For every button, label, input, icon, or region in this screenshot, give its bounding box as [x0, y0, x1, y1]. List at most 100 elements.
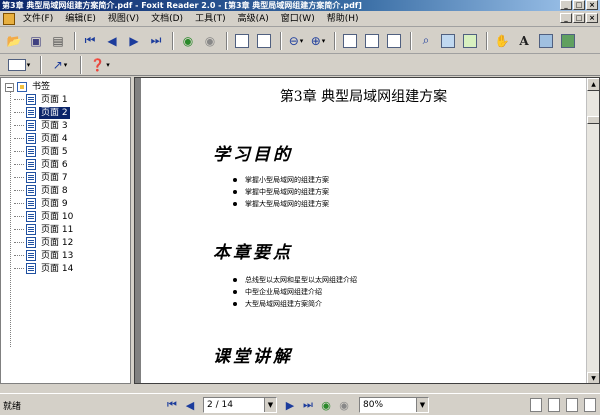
doc-close-button[interactable]: ×	[586, 13, 598, 23]
menu-tools[interactable]: 工具(T)	[189, 12, 232, 26]
doc-minimize-button[interactable]: _	[560, 13, 572, 23]
sidebar-item-page-13[interactable]: 页面 13	[14, 249, 124, 262]
next-page-icon[interactable]: ▶	[124, 31, 144, 51]
sidebar-item-page-9[interactable]: 页面 9	[14, 197, 124, 210]
sidebar-item-page-1[interactable]: 页面 1	[14, 93, 124, 106]
find-icon[interactable]: ⌕	[416, 31, 436, 51]
forward-icon[interactable]: ◉	[335, 396, 353, 414]
bookmark-root[interactable]: − 书签	[5, 81, 52, 93]
sidebar-item-page-12[interactable]: 页面 12	[14, 236, 124, 249]
fit-page-icon[interactable]	[362, 31, 382, 51]
rotate-right-icon[interactable]	[254, 31, 274, 51]
plugin-icon[interactable]	[558, 31, 578, 51]
sidebar-item-page-6[interactable]: 页面 6	[14, 158, 124, 171]
scroll-down-icon[interactable]: ▼	[587, 372, 599, 383]
document-view[interactable]: 第3章 典型局域网组建方案 学习目的 掌握小型局域网的组建方案 掌握中型局域网的…	[134, 77, 600, 384]
actual-size-icon[interactable]	[340, 31, 360, 51]
menu-file[interactable]: 文件(F)	[17, 12, 59, 26]
menu-edit[interactable]: 编辑(E)	[59, 12, 102, 26]
zoom-out-icon[interactable]: ⊖ ▾	[286, 31, 306, 51]
sidebar-item-label: 页面 1	[41, 94, 68, 105]
sidebar-item-label: 页面 12	[41, 237, 74, 248]
open-file-icon[interactable]: 📂	[4, 31, 24, 51]
sidebar-item-page-14[interactable]: 页面 14	[14, 262, 124, 275]
document-icon[interactable]	[3, 12, 15, 25]
page-icon	[26, 263, 36, 274]
arrow-tool-icon[interactable]: ↗ ▾	[46, 55, 74, 75]
objectives-list: 掌握小型局域网的组建方案 掌握中型局域网的组建方案 掌握大型局域网的组建方案	[233, 174, 329, 210]
sidebar-item-page-11[interactable]: 页面 11	[14, 223, 124, 236]
view-mode-buttons	[530, 398, 596, 412]
sidebar-item-page-2[interactable]: 页面 2	[14, 106, 124, 119]
vertical-scrollbar[interactable]: ▲ ▼	[586, 78, 599, 383]
previous-page-icon[interactable]: ◀	[102, 31, 122, 51]
bookmark-panel-icon[interactable]	[438, 31, 458, 51]
next-page-icon[interactable]: ▶	[281, 396, 299, 414]
sidebar-item-page-4[interactable]: 页面 4	[14, 132, 124, 145]
menu-view[interactable]: 视图(V)	[102, 12, 145, 26]
sidebar-item-page-10[interactable]: 页面 10	[14, 210, 124, 223]
back-icon[interactable]: ◉	[317, 396, 335, 414]
zoom-in-icon[interactable]: ⊕ ▾	[308, 31, 328, 51]
thumbnail-icon[interactable]	[460, 31, 480, 51]
zoom-value: 80%	[363, 400, 384, 410]
page-icon	[26, 159, 36, 170]
sidebar-item-page-5[interactable]: 页面 5	[14, 145, 124, 158]
page-icon	[26, 172, 36, 183]
comment-tool-icon[interactable]: ▾	[4, 55, 34, 75]
chevron-down-icon[interactable]: ▼	[416, 398, 428, 412]
chevron-down-icon[interactable]: ▼	[264, 398, 276, 412]
list-item: 中型企业局域网组建介绍	[233, 286, 357, 298]
minimize-button[interactable]: _	[560, 0, 572, 10]
section-heading-objectives: 学习目的	[213, 145, 293, 165]
window-title: 第3章 典型局域网组建方案简介.pdf - Foxit Reader 2.0 -…	[2, 1, 362, 10]
collapse-toggle-icon[interactable]: −	[5, 82, 14, 92]
back-icon[interactable]: ◉	[178, 31, 198, 51]
sidebar-item-label: 页面 9	[41, 198, 68, 209]
menu-help[interactable]: 帮助(H)	[321, 12, 365, 26]
facing-icon[interactable]	[566, 398, 578, 412]
maximize-button[interactable]: □	[573, 0, 585, 10]
last-page-icon[interactable]: ⏭	[299, 396, 317, 414]
menu-advanced[interactable]: 高级(A)	[232, 12, 275, 26]
text-select-icon[interactable]: A	[514, 31, 534, 51]
continuous-facing-icon[interactable]	[584, 398, 596, 412]
zoom-select[interactable]: 80% ▼	[359, 397, 429, 413]
sidebar-item-page-3[interactable]: 页面 3	[14, 119, 124, 132]
menu-bar: 文件(F) 编辑(E) 视图(V) 文档(D) 工具(T) 高级(A) 窗口(W…	[0, 11, 600, 27]
forward-icon[interactable]: ◉	[200, 31, 220, 51]
help-icon[interactable]: ❓ ▾	[86, 55, 114, 75]
page-number-input[interactable]: 2 / 14 ▼	[203, 397, 277, 413]
bookmark-list: 页面 1 页面 2 页面 3 页面 4 页面 5 页面 6 页面 7 页面 8 页面 9 页面 1…	[14, 93, 124, 275]
status-bar: 就绪 ⏮ ◀ 2 / 14 ▼ ▶ ⏭ ◉ ◉ 80% ▼	[0, 393, 600, 415]
first-page-icon[interactable]: ⏮	[163, 396, 181, 414]
scroll-up-icon[interactable]: ▲	[587, 78, 599, 91]
print-icon[interactable]: ▤	[48, 31, 68, 51]
list-item: 掌握大型局域网的组建方案	[233, 198, 329, 210]
close-button[interactable]: ×	[586, 0, 598, 10]
menu-document[interactable]: 文档(D)	[145, 12, 189, 26]
sidebar-item-page-8[interactable]: 页面 8	[14, 184, 124, 197]
snapshot-icon[interactable]	[536, 31, 556, 51]
scroll-thumb[interactable]	[587, 116, 599, 124]
page-icon	[26, 237, 36, 248]
save-icon[interactable]: ▣	[26, 31, 46, 51]
sidebar-item-label: 页面 7	[41, 172, 68, 183]
page-number-value: 2 / 14	[207, 400, 233, 410]
continuous-icon[interactable]	[548, 398, 560, 412]
keypoints-list: 总线型以太网和星型以太网组建介绍 中型企业局域网组建介绍 大型局域网组建方案简介	[233, 274, 357, 310]
page-icon	[26, 185, 36, 196]
rotate-left-icon[interactable]	[232, 31, 252, 51]
single-page-icon[interactable]	[530, 398, 542, 412]
fit-width-icon[interactable]	[384, 31, 404, 51]
doc-restore-button[interactable]: □	[573, 13, 585, 23]
hand-tool-icon[interactable]: ✋	[492, 31, 512, 51]
first-page-icon[interactable]: ⏮	[80, 31, 100, 51]
previous-page-icon[interactable]: ◀	[181, 396, 199, 414]
menu-window[interactable]: 窗口(W)	[275, 12, 321, 26]
bookmark-root-label: 书签	[32, 82, 51, 92]
sidebar-item-page-7[interactable]: 页面 7	[14, 171, 124, 184]
sidebar-item-label: 页面 10	[41, 211, 74, 222]
sidebar-item-label: 页面 13	[41, 250, 74, 261]
last-page-icon[interactable]: ⏭	[146, 31, 166, 51]
